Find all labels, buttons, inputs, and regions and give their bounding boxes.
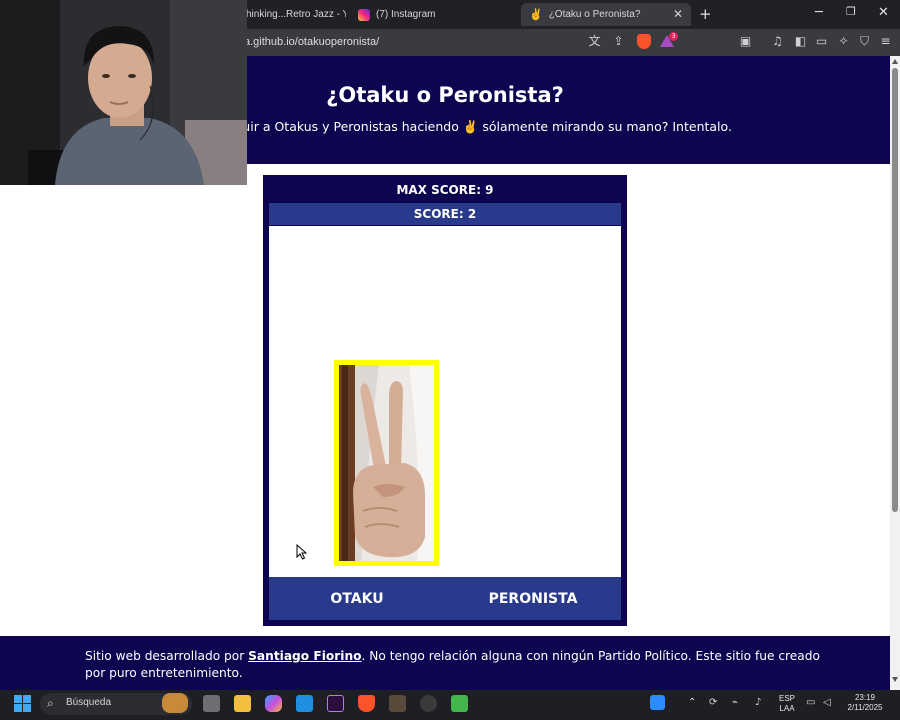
search-icon: ⌕ [47, 696, 54, 710]
peace-hand-icon: ✌ [529, 9, 543, 21]
restore-icon[interactable]: ❐ [846, 5, 856, 18]
microsoft-store-icon[interactable] [296, 695, 313, 712]
webcam-overlay [0, 0, 247, 185]
mouse-cursor-icon [296, 544, 308, 560]
chevron-up-icon[interactable]: ⌃ [688, 697, 696, 708]
windows-start-icon[interactable] [14, 695, 31, 712]
hand-photo-frame [334, 360, 439, 566]
peace-sign-hand-image [339, 365, 434, 561]
taskbar-search-placeholder: Búsqueda [66, 697, 112, 708]
microphone-icon[interactable]: ♪ [755, 697, 761, 708]
peronista-button[interactable]: PERONISTA [445, 577, 621, 620]
volume-icon[interactable]: ◁ [823, 697, 831, 708]
webcam-person-image [0, 0, 247, 185]
clock[interactable]: 23:19 2/11/2025 [840, 693, 890, 713]
brave-shields-icon[interactable] [637, 34, 651, 49]
clock-date: 2/11/2025 [847, 703, 883, 712]
sync-icon[interactable]: ⟳ [709, 697, 717, 708]
card-area [269, 226, 621, 577]
hand-photo [339, 365, 434, 561]
premiere-pro-icon[interactable] [327, 695, 344, 712]
game-panel: MAX SCORE: 9 SCORE: 2 OTAKU PERONISTA [263, 175, 627, 626]
current-score: SCORE: 2 [413, 207, 477, 221]
scroll-down-arrow-icon[interactable] [892, 677, 898, 682]
tab-instagram[interactable]: (7) Instagram [350, 3, 515, 26]
menu-icon[interactable]: ≡ [878, 34, 893, 49]
tab-otaku-o-peronista[interactable]: ✌ ¿Otaku o Peronista? ✕ [521, 3, 691, 26]
otaku-button[interactable]: OTAKU [269, 577, 445, 620]
score-bar: SCORE: 2 [269, 203, 621, 225]
instagram-icon [358, 8, 370, 21]
max-score: MAX SCORE: 9 [396, 183, 494, 197]
answer-buttons: OTAKU PERONISTA [269, 577, 621, 620]
clock-time: 23:19 [854, 693, 876, 702]
search-highlight-icon [162, 693, 188, 713]
author-link[interactable]: Santiago Fiorino [248, 649, 361, 663]
rewards-badge: 3 [669, 32, 678, 41]
language-code: ESP [778, 694, 795, 703]
copilot-icon[interactable] [265, 695, 282, 712]
widget-app-icon[interactable] [650, 695, 665, 710]
share-icon[interactable]: ⇪ [611, 34, 626, 49]
vpn-shield-icon[interactable]: ⛉ [857, 34, 872, 49]
close-tab-icon[interactable]: ✕ [673, 7, 683, 21]
task-view-icon[interactable] [203, 695, 220, 712]
media-icon[interactable]: ♫ [770, 34, 785, 49]
site-footer: Sitio web desarrollado por Santiago Fior… [0, 636, 890, 690]
display-icon[interactable]: ▭ [806, 697, 815, 708]
app-green-icon[interactable] [451, 695, 468, 712]
reader-mode-icon[interactable]: ▣ [738, 34, 753, 49]
wallet-icon[interactable]: ▭ [814, 34, 829, 49]
leo-ai-icon[interactable]: ✧ [836, 34, 851, 49]
tab-label: hinking...Retro Jazz - You [246, 9, 346, 20]
obs-icon[interactable] [420, 695, 437, 712]
keyboard-layout: LAA [779, 704, 795, 713]
url-field[interactable]: a.github.io/otakuoperonista/ [244, 36, 379, 48]
file-explorer-icon[interactable] [234, 695, 251, 712]
brave-browser-icon[interactable] [358, 695, 375, 712]
footer-prefix: Sitio web desarrollado por [85, 649, 249, 663]
sidebar-icon[interactable]: ◧ [793, 34, 808, 49]
window-close-icon[interactable]: ✕ [878, 5, 889, 20]
footer-text: Sitio web desarrollado por Santiago Fior… [85, 648, 825, 682]
app-thumbnail-icon[interactable] [389, 695, 406, 712]
tab-youtube[interactable]: hinking...Retro Jazz - You [238, 3, 346, 26]
language-indicator[interactable]: ESP LAA [776, 694, 798, 714]
tab-label: ¿Otaku o Peronista? [548, 9, 641, 20]
scroll-up-arrow-icon[interactable] [892, 59, 898, 64]
tab-label: (7) Instagram [376, 9, 436, 20]
scroll-thumb[interactable] [892, 68, 898, 512]
network-icon[interactable]: ⌁ [732, 697, 738, 708]
minimize-icon[interactable]: ─ [815, 5, 823, 20]
new-tab-button[interactable]: + [699, 5, 712, 23]
translate-icon[interactable]: 文 [587, 34, 602, 49]
